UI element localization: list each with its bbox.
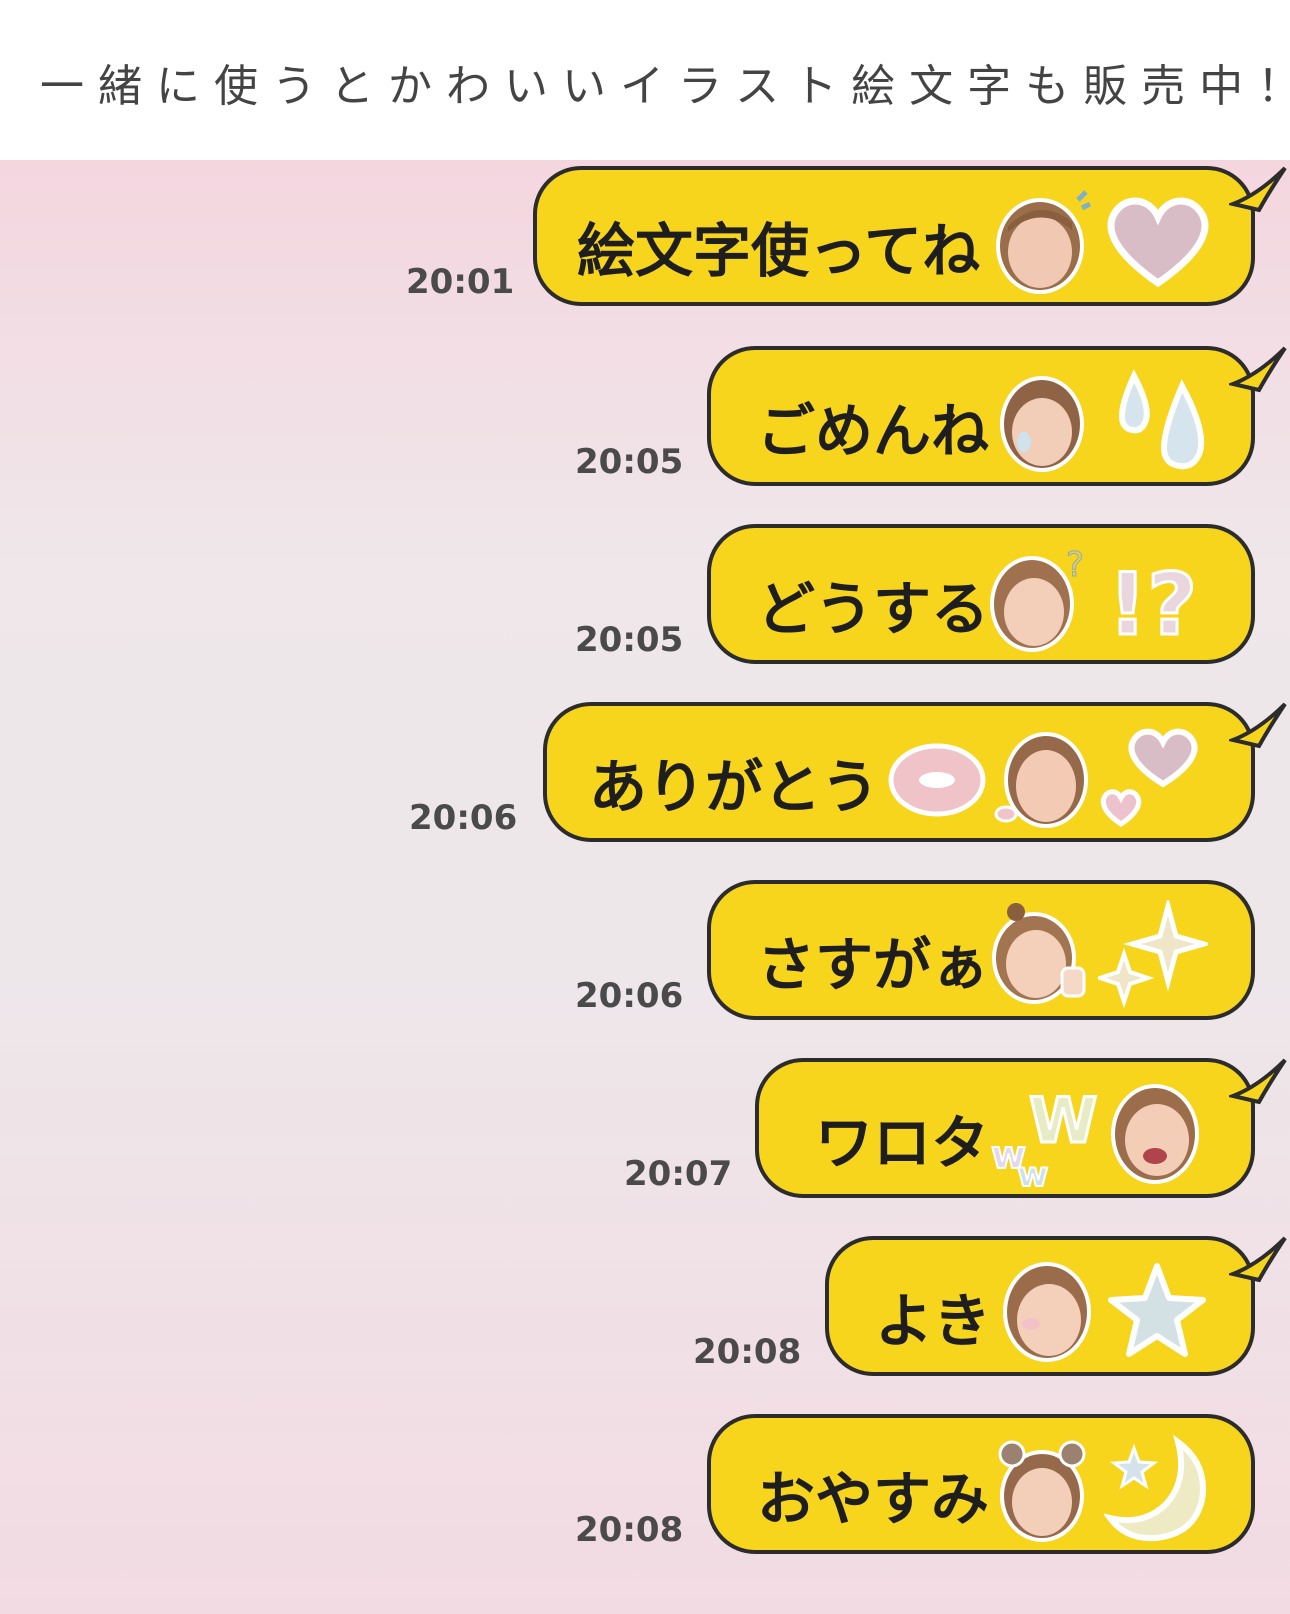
message-time: 20:06 — [409, 798, 518, 838]
bubble-tail-icon — [1229, 1058, 1287, 1105]
message-time: 20:05 — [575, 442, 684, 482]
svg-text:?: ? — [1066, 545, 1084, 585]
message-time: 20:08 — [693, 1332, 802, 1372]
lips-icon — [888, 743, 986, 817]
message-time: 20:06 — [575, 976, 684, 1016]
svg-text:!?: !? — [1108, 555, 1197, 650]
child-face-kiss-icon — [994, 732, 1088, 828]
child-face-crying-icon — [1000, 376, 1084, 472]
emoji-stickers — [996, 1434, 1216, 1544]
bubble-tail-icon — [1229, 346, 1287, 393]
child-face-sleepy-icon — [998, 1440, 1086, 1542]
message-time: 20:07 — [624, 1154, 733, 1194]
star-icon — [1108, 1263, 1206, 1357]
message-bubble[interactable]: ワロタ w w W — [755, 1058, 1287, 1198]
hearts-icon — [1100, 728, 1198, 828]
message-text: ありがとう — [589, 753, 880, 821]
child-face-laughing-icon — [1111, 1084, 1199, 1184]
message-text: ワロタ — [815, 1109, 990, 1177]
child-face-smiling-icon — [1003, 1262, 1091, 1362]
message-bubble[interactable]: よき — [825, 1236, 1287, 1376]
message-bubble[interactable]: どうする ? !? — [707, 524, 1255, 664]
emoji-stickers — [887, 722, 1217, 832]
emoji-stickers — [997, 1256, 1227, 1366]
message-text: どうする — [757, 575, 990, 643]
message-bubble[interactable]: ごめんね — [707, 346, 1287, 486]
child-face-icon — [996, 190, 1092, 294]
message-text: ごめんね — [757, 397, 990, 465]
message-bubble[interactable]: ありがとう — [543, 702, 1287, 842]
heart-icon — [1107, 197, 1209, 288]
message-text: 絵文字使ってね — [577, 217, 981, 285]
message-time: 20:01 — [406, 262, 515, 302]
message-text: おやすみ — [757, 1465, 990, 1533]
exclamation-question-icon: !? — [1107, 554, 1199, 651]
moon-star-icon — [1104, 1434, 1206, 1542]
svg-text:w: w — [1017, 1155, 1048, 1188]
promo-title: 一緒に使うとかわいいイラスト絵文字も販売中！ — [40, 61, 1290, 112]
emoji-stickers — [996, 366, 1216, 476]
bubble-tail-icon — [1229, 702, 1287, 749]
message-bubble[interactable]: 絵文字使ってね — [533, 166, 1287, 306]
chat-area: 20:01 絵文字使ってね 20:05 ごめんね 20:05 どうする ? !?… — [0, 160, 1290, 1614]
message-text: さすがぁ — [757, 931, 990, 999]
emoji-stickers — [986, 900, 1216, 1010]
message-text: よき — [875, 1287, 992, 1355]
svg-text:W: W — [1029, 1084, 1097, 1157]
emoji-stickers: w w W — [989, 1078, 1219, 1188]
child-face-puzzled-icon: ? — [990, 545, 1085, 652]
message-time: 20:05 — [575, 620, 684, 660]
www-icon: w w W — [990, 1083, 1099, 1189]
message-bubble[interactable]: さすがぁ — [707, 880, 1255, 1020]
bubble-tail-icon — [1229, 1236, 1287, 1283]
message-time: 20:08 — [575, 1510, 684, 1550]
child-face-thumbs-up-icon — [992, 903, 1086, 1004]
sparkles-icon — [1098, 900, 1208, 1009]
tears-icon — [1118, 369, 1205, 470]
message-bubble[interactable]: おやすみ — [707, 1414, 1255, 1554]
header: 一緒に使うとかわいいイラスト絵文字も販売中！ — [0, 0, 1290, 160]
bubble-tail-icon — [1229, 166, 1287, 213]
emoji-stickers — [992, 186, 1232, 296]
emoji-stickers: ? !? — [986, 544, 1216, 654]
